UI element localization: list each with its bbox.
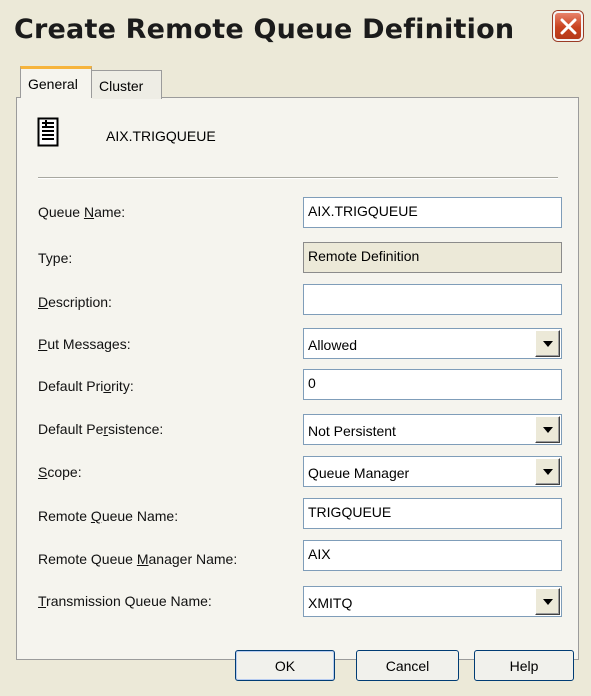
default-persistence-value: Not Persistent <box>308 423 396 439</box>
tab-cluster[interactable]: Cluster <box>92 70 162 99</box>
close-icon <box>560 18 577 35</box>
scope-select[interactable]: Queue Manager <box>303 456 562 487</box>
default-persistence-dropdown-button[interactable] <box>535 416 560 443</box>
chevron-down-icon <box>543 341 553 347</box>
transmission-queue-name-select[interactable]: XMITQ <box>303 586 562 617</box>
tab-general-label: General <box>28 76 78 92</box>
put-messages-dropdown-button[interactable] <box>535 330 560 357</box>
transmission-queue-name-dropdown-button[interactable] <box>535 588 560 615</box>
transmission-queue-name-label: Transmission Queue Name: <box>38 593 212 609</box>
put-messages-value: Allowed <box>308 337 358 353</box>
remote-queue-manager-name-label: Remote Queue Manager Name: <box>38 551 238 567</box>
chevron-down-icon <box>543 469 553 475</box>
default-persistence-select[interactable]: Not Persistent <box>303 414 562 445</box>
scope-dropdown-button[interactable] <box>535 458 560 485</box>
remote-queue-name-input[interactable]: TRIGQUEUE <box>303 498 562 529</box>
help-button[interactable]: Help <box>474 650 574 681</box>
type-field: Remote Definition <box>303 242 562 273</box>
scope-label: Scope: <box>38 464 82 480</box>
queue-name-label: Queue Name: <box>38 204 126 220</box>
close-button[interactable] <box>553 11 583 41</box>
tab-cluster-label: Cluster <box>99 78 144 94</box>
put-messages-label: Put Messages: <box>38 336 131 352</box>
chevron-down-icon <box>543 599 553 605</box>
description-input[interactable] <box>303 284 562 315</box>
default-priority-input[interactable]: 0 <box>303 369 562 400</box>
title-bar: Create Remote Queue Definition <box>0 0 591 64</box>
ok-button[interactable]: OK <box>235 650 335 681</box>
window-title: Create Remote Queue Definition <box>14 14 515 45</box>
remote-queue-name-label: Remote Queue Name: <box>38 508 179 524</box>
default-persistence-label: Default Persistence: <box>38 421 164 437</box>
transmission-queue-name-value: XMITQ <box>308 595 353 611</box>
cancel-button[interactable]: Cancel <box>356 650 459 681</box>
description-label: Description: <box>38 294 112 310</box>
put-messages-select[interactable]: Allowed <box>303 328 562 359</box>
document-icon <box>37 117 59 150</box>
queue-header-name: AIX.TRIGQUEUE <box>106 128 216 144</box>
divider <box>38 177 558 179</box>
scope-value: Queue Manager <box>308 465 410 481</box>
default-priority-label: Default Priority: <box>38 378 134 394</box>
remote-queue-manager-name-input[interactable]: AIX <box>303 540 562 571</box>
chevron-down-icon <box>543 427 553 433</box>
queue-name-input[interactable]: AIX.TRIGQUEUE <box>303 197 562 228</box>
tab-general[interactable]: General <box>20 66 92 98</box>
type-label: Type: <box>38 250 73 266</box>
